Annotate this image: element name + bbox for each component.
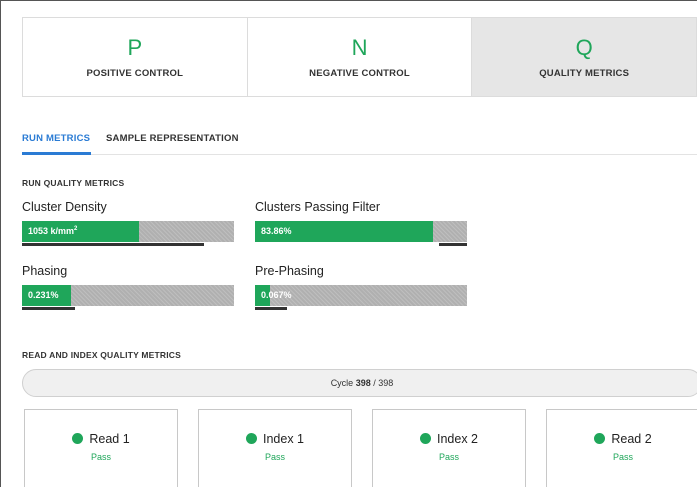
metric-label: Cluster Density bbox=[22, 200, 107, 214]
negative-control-card[interactable]: N NEGATIVE CONTROL bbox=[247, 18, 473, 96]
quality-metrics-letter: Q bbox=[575, 35, 593, 60]
metric-clusters-passing-filter: Clusters Passing Filter 83.86% bbox=[255, 200, 467, 246]
read-card-index-2[interactable]: Index 2 Pass bbox=[372, 409, 526, 487]
status-dot-icon bbox=[72, 433, 84, 444]
quality-metrics-label: QUALITY METRICS bbox=[539, 68, 630, 79]
run-quality-title: RUN QUALITY METRICS bbox=[22, 178, 125, 188]
read-index-title: READ AND INDEX QUALITY METRICS bbox=[22, 350, 182, 360]
read-label: Index 2 bbox=[436, 432, 478, 446]
metric-pre-phasing: Pre-Phasing 0.067% bbox=[255, 264, 467, 310]
metric-threshold-marker bbox=[255, 307, 287, 310]
positive-control-letter: P bbox=[127, 35, 143, 60]
cycle-prefix: Cycle bbox=[330, 378, 354, 388]
metrics-tabs: RUN METRICS SAMPLE REPRESENTATION bbox=[22, 124, 697, 155]
metric-value: 0.231% bbox=[28, 290, 59, 300]
metric-label: Phasing bbox=[22, 264, 68, 278]
metric-bar: 0.067% bbox=[255, 285, 467, 310]
status-dot-icon bbox=[245, 433, 257, 444]
positive-control-card[interactable]: P POSITIVE CONTROL bbox=[23, 18, 248, 96]
status-dot-icon bbox=[419, 433, 431, 444]
tab-sample-representation[interactable]: SAMPLE REPRESENTATION bbox=[106, 133, 239, 144]
positive-control-label: POSITIVE CONTROL bbox=[86, 68, 184, 79]
metric-label: Pre-Phasing bbox=[255, 264, 324, 278]
metric-phasing: Phasing 0.231% bbox=[22, 264, 234, 310]
quality-metrics-card[interactable]: Q QUALITY METRICS bbox=[472, 18, 697, 96]
read-label: Index 1 bbox=[262, 432, 304, 446]
tab-run-metrics[interactable]: RUN METRICS bbox=[22, 133, 90, 144]
negative-control-label: NEGATIVE CONTROL bbox=[309, 68, 410, 79]
metric-label: Clusters Passing Filter bbox=[255, 200, 381, 214]
read-status: Pass bbox=[264, 452, 285, 462]
metric-bar: 1053 k/mm2 bbox=[22, 221, 234, 246]
read-status: Pass bbox=[90, 452, 111, 462]
metric-bar: 0.231% bbox=[22, 285, 234, 310]
read-label: Read 1 bbox=[89, 432, 130, 446]
read-label: Read 2 bbox=[611, 432, 652, 446]
metric-value: 1053 k/mm2 bbox=[28, 226, 78, 236]
read-status: Pass bbox=[438, 452, 459, 462]
metric-value: 0.067% bbox=[261, 290, 292, 300]
metric-threshold-marker bbox=[22, 307, 75, 310]
metric-threshold-marker bbox=[439, 243, 467, 246]
metric-value: 83.86% bbox=[261, 226, 292, 236]
negative-control-letter: N bbox=[351, 35, 368, 60]
read-card-index-1[interactable]: Index 1 Pass bbox=[198, 409, 352, 487]
read-status: Pass bbox=[612, 452, 633, 462]
read-card-read-1[interactable]: Read 1 Pass bbox=[24, 409, 178, 487]
control-cards: P POSITIVE CONTROL N NEGATIVE CONTROL Q … bbox=[22, 17, 697, 97]
status-dot-icon bbox=[594, 433, 606, 444]
cycle-progress: Cycle 398 / 398 bbox=[22, 369, 697, 397]
cycle-current: 398 bbox=[355, 378, 371, 388]
metric-bar: 83.86% bbox=[255, 221, 467, 246]
read-card-read-2[interactable]: Read 2 Pass bbox=[546, 409, 697, 487]
metric-threshold-marker bbox=[22, 243, 204, 246]
active-tab-indicator bbox=[22, 152, 91, 155]
cycle-total: / 398 bbox=[373, 378, 394, 388]
metric-cluster-density: Cluster Density 1053 k/mm2 bbox=[22, 200, 234, 246]
